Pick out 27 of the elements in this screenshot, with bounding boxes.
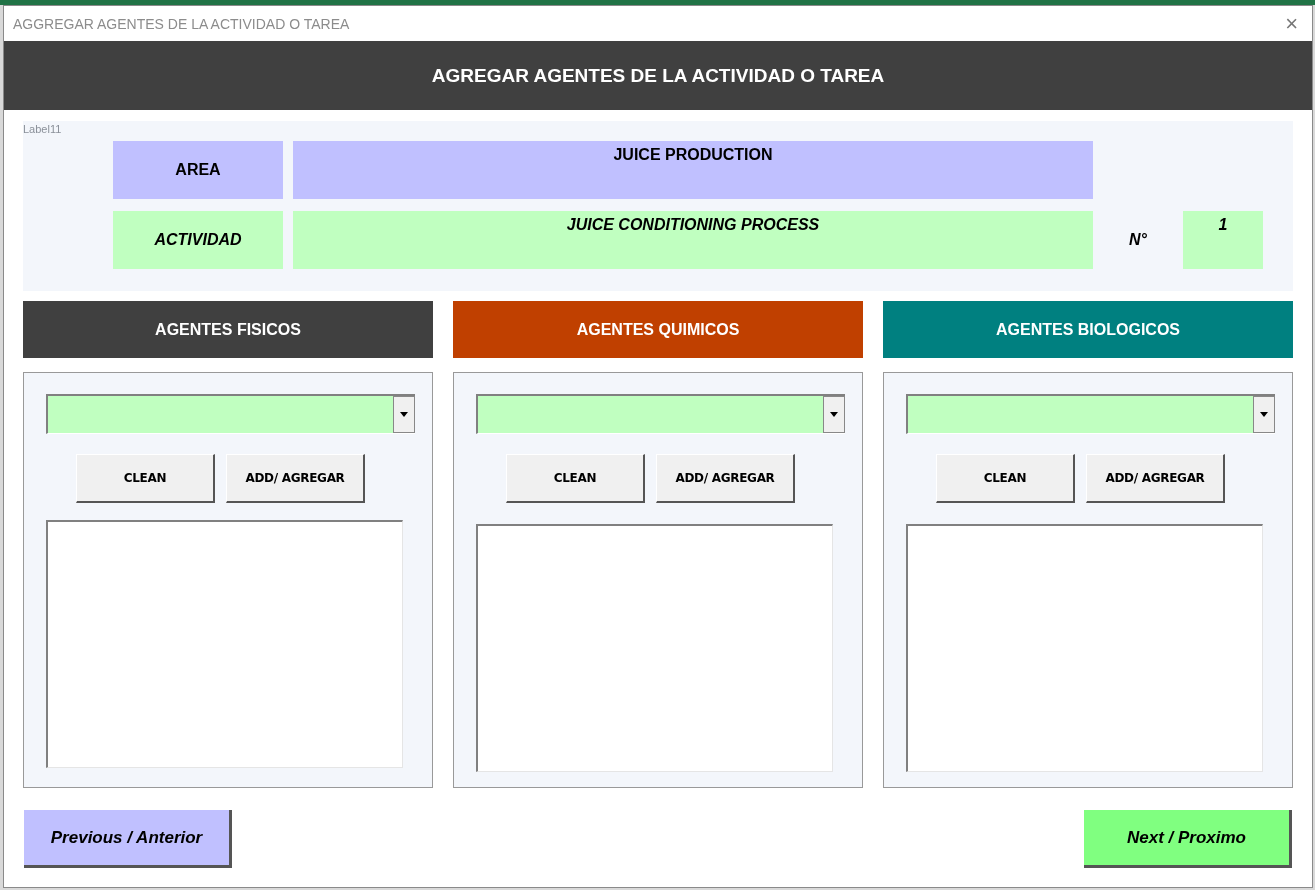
caret-icon [830, 412, 838, 417]
clean-button[interactable]: CLEAN [76, 454, 215, 503]
header-title: AGREGAR AGENTES DE LA ACTIVIDAD O TAREA [431, 64, 885, 87]
activity-value: JUICE CONDITIONING PROCESS [293, 211, 1093, 269]
agent-dropdown[interactable] [46, 394, 415, 434]
activity-label: ACTIVIDAD [113, 211, 283, 269]
add-button[interactable]: ADD/ AGREGAR [1086, 454, 1225, 503]
next-button[interactable]: Next / Proximo [1084, 810, 1292, 868]
previous-button[interactable]: Previous / Anterior [24, 810, 232, 868]
panel-caption: Label11 [23, 123, 62, 135]
window-title: AGGREGAR AGENTES DE LA ACTIVIDAD O TAREA [13, 15, 350, 32]
number-value: 1 [1183, 211, 1263, 269]
clean-button[interactable]: CLEAN [506, 454, 645, 503]
area-label: AREA [113, 141, 283, 199]
add-button[interactable]: ADD/ AGREGAR [656, 454, 795, 503]
number-label: N° [1128, 230, 1148, 250]
group-header: AGENTES BIOLOGICOS [883, 301, 1293, 358]
add-button[interactable]: ADD/ AGREGAR [226, 454, 365, 503]
area-value: JUICE PRODUCTION [293, 141, 1093, 199]
agent-dropdown[interactable] [906, 394, 1275, 434]
agent-dropdown[interactable] [476, 394, 845, 434]
caret-icon [400, 412, 408, 417]
group-header: AGENTES FISICOS [23, 301, 433, 358]
caret-icon [1260, 412, 1268, 417]
close-button[interactable]: × [1271, 12, 1312, 35]
group-header: AGENTES QUIMICOS [453, 301, 863, 358]
clean-button[interactable]: CLEAN [936, 454, 1075, 503]
